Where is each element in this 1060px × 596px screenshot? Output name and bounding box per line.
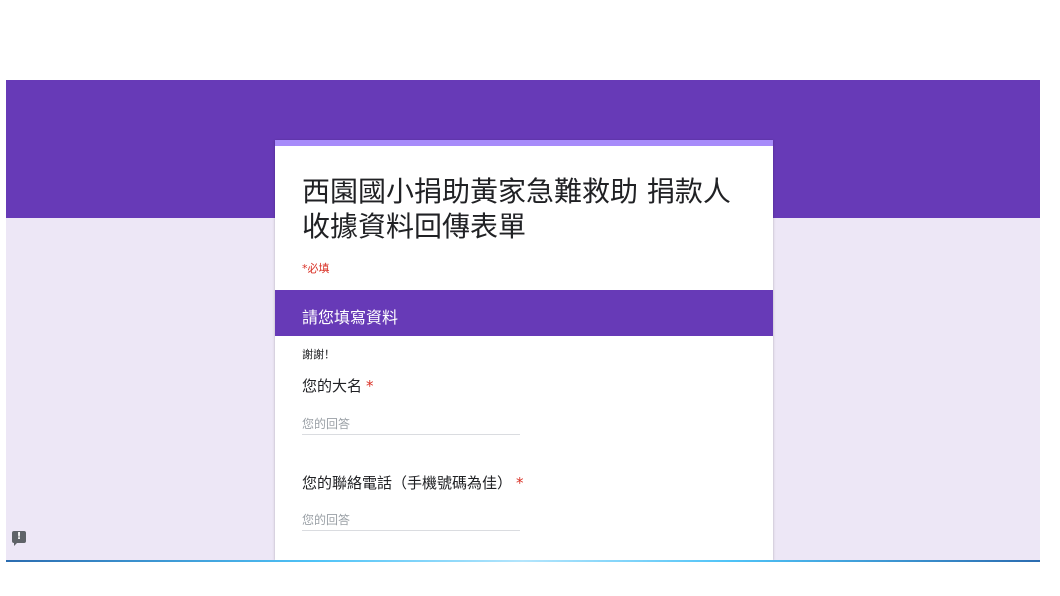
required-asterisk: * bbox=[366, 377, 374, 395]
question-label-text: 您的大名 bbox=[302, 377, 363, 395]
form-title: 西園國小捐助黃家急難救助 捐款人收據資料回傳表單 bbox=[302, 175, 731, 243]
section-description: 謝謝！ bbox=[302, 348, 335, 361]
name-answer-input[interactable] bbox=[302, 414, 520, 435]
required-note: *必填 bbox=[302, 262, 330, 275]
question-label-text: 您的聯絡電話（手機號碼為佳） bbox=[302, 474, 513, 492]
feedback-icon[interactable]: ! bbox=[12, 531, 26, 546]
section-title: 請您填寫資料 bbox=[302, 308, 399, 327]
form-card: 西園國小捐助黃家急難救助 捐款人收據資料回傳表單 *必填 請您填寫資料 謝謝！ … bbox=[275, 140, 773, 560]
form-page: 西園國小捐助黃家急難救助 捐款人收據資料回傳表單 *必填 請您填寫資料 謝謝！ … bbox=[6, 80, 1040, 560]
section-header: 請您填寫資料 bbox=[275, 290, 773, 336]
card-accent-strip bbox=[275, 140, 773, 146]
required-asterisk: * bbox=[516, 474, 524, 492]
question-label-name: 您的大名 * bbox=[302, 375, 374, 396]
bottom-divider bbox=[6, 560, 1040, 562]
question-label-phone: 您的聯絡電話（手機號碼為佳） * bbox=[302, 472, 524, 493]
phone-answer-input[interactable] bbox=[302, 510, 520, 531]
